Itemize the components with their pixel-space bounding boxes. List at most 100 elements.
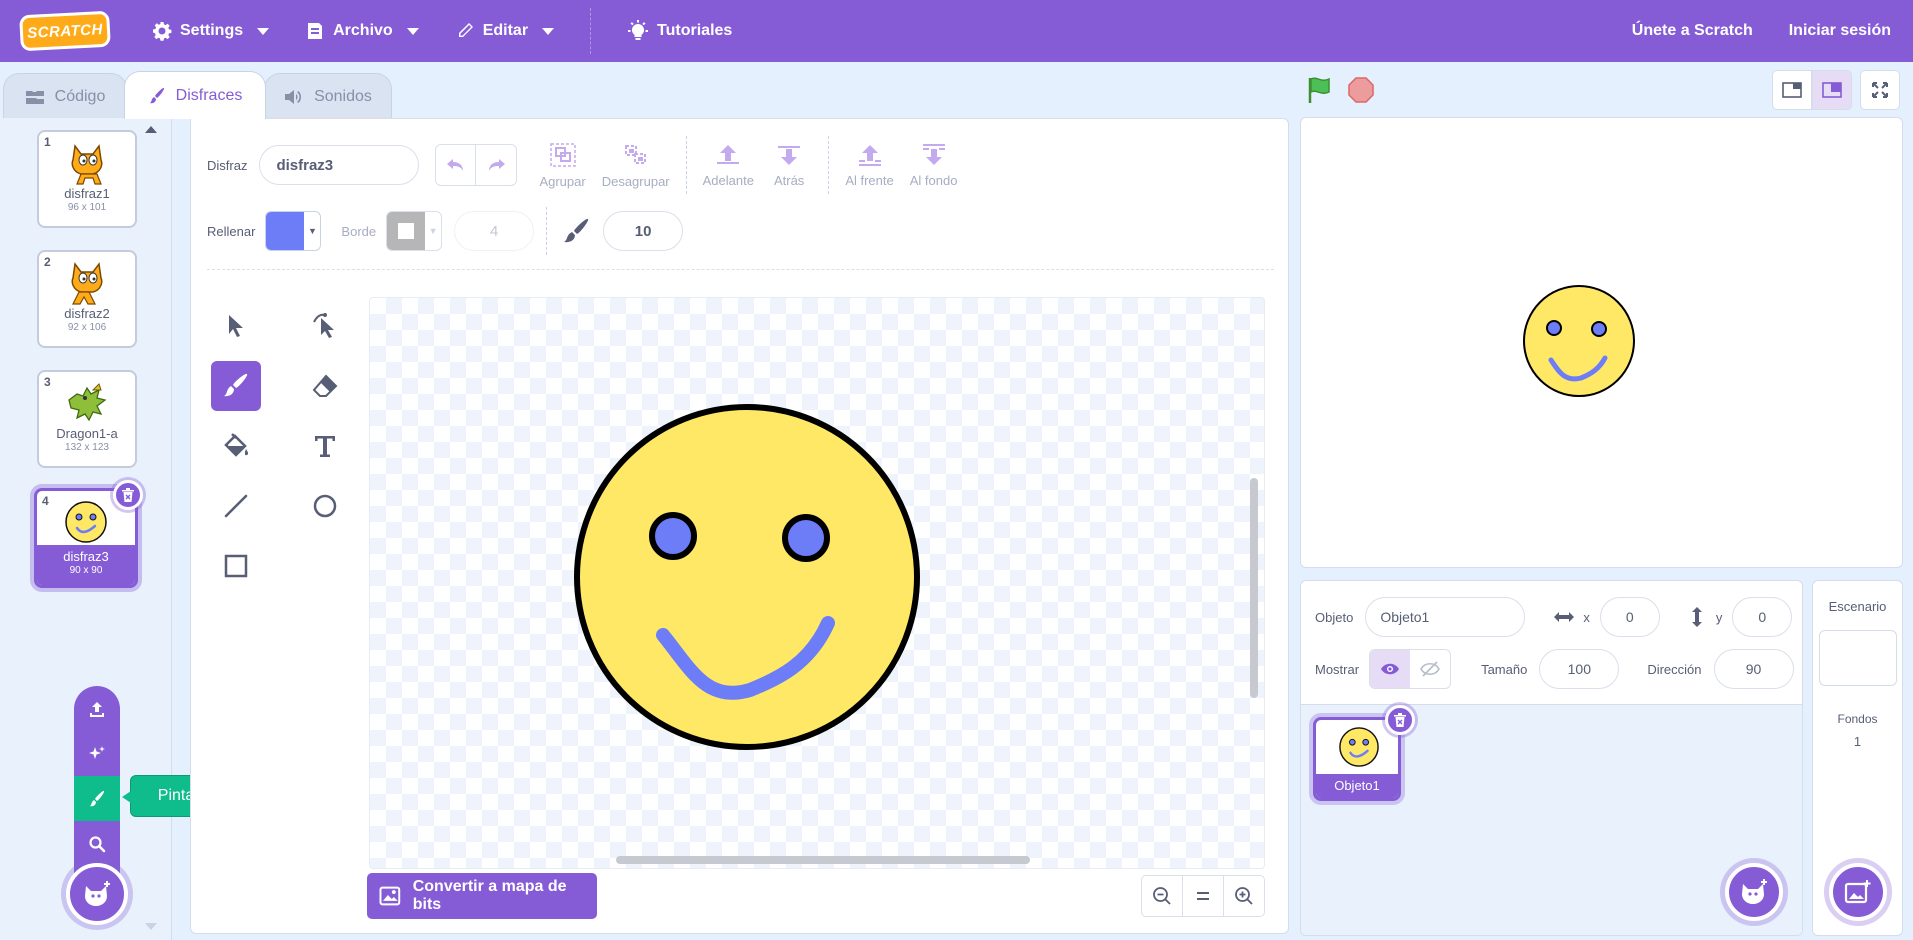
size-input[interactable] — [1539, 649, 1620, 689]
paint-costume-button[interactable] — [74, 776, 120, 821]
brush-icon — [149, 87, 164, 103]
costume-name: disfraz2 — [64, 306, 110, 321]
normal-stage-icon — [1822, 82, 1842, 98]
fill-color-swatch — [266, 212, 305, 250]
reshape-tool[interactable] — [300, 301, 350, 351]
choose-costume-button[interactable] — [74, 821, 120, 866]
toolbar-divider — [828, 136, 830, 194]
delete-sprite-button[interactable] — [1385, 705, 1415, 735]
chevron-down-icon: ▼ — [307, 226, 317, 236]
chevron-down-icon — [257, 27, 270, 35]
surprise-costume-button[interactable] — [74, 731, 120, 776]
ungroup-button[interactable]: Desagrupar — [602, 142, 670, 189]
normal-stage-button[interactable] — [1812, 70, 1852, 110]
fill-color-picker[interactable]: ▼ — [265, 211, 322, 251]
direction-label: Dirección — [1647, 661, 1702, 677]
outline-label: Borde — [341, 223, 377, 239]
show-sprite-button[interactable] — [1370, 650, 1411, 688]
outline-color-picker[interactable]: ▼ — [386, 211, 443, 251]
file-menu[interactable]: Archivo — [287, 0, 437, 62]
signin-label: Iniciar sesión — [1788, 22, 1891, 39]
join-scratch-link[interactable]: Únete a Scratch — [1614, 0, 1771, 62]
brush-size-input[interactable] — [603, 211, 684, 251]
line-tool[interactable] — [211, 481, 261, 531]
small-stage-button[interactable] — [1772, 70, 1812, 110]
undo-redo-group — [435, 144, 518, 186]
direction-input[interactable] — [1713, 649, 1794, 689]
canvas-vertical-scrollbar[interactable] — [1250, 478, 1258, 698]
stage[interactable] — [1300, 117, 1903, 568]
costume-name-label: Disfraz — [207, 157, 248, 173]
edit-menu[interactable]: Editar — [437, 0, 572, 62]
x-label: x — [1583, 609, 1590, 625]
outline-color-swatch — [387, 212, 426, 250]
sprite-name-input[interactable] — [1365, 597, 1526, 637]
pencil-icon — [458, 23, 473, 37]
add-sprite-button[interactable] — [1725, 863, 1783, 921]
editor-toolbar-row-1: Disfraz Agrupar Desagrupar Adelante Atrá… — [207, 136, 957, 194]
scratch-logo[interactable]: SCRATCH — [19, 10, 111, 52]
add-costume-button[interactable] — [66, 863, 128, 925]
backward-button[interactable]: Atrás — [774, 143, 804, 188]
costume-item[interactable]: 2 disfraz2 92 x 106 — [37, 250, 137, 348]
tutorials-menu[interactable]: Tutoriales — [609, 0, 750, 62]
brush-icon — [564, 218, 589, 243]
redo-button[interactable] — [476, 145, 516, 185]
scroll-up-arrow[interactable] — [145, 126, 157, 133]
zoom-in-button[interactable] — [1224, 876, 1264, 916]
eye-icon — [1381, 663, 1400, 675]
costume-item[interactable]: 3 Dragon1-a 132 x 123 — [37, 370, 137, 468]
fullscreen-button[interactable] — [1860, 70, 1900, 110]
settings-menu[interactable]: Settings — [134, 0, 287, 62]
rectangle-tool[interactable] — [211, 541, 261, 591]
forward-button[interactable]: Adelante — [703, 143, 754, 188]
y-input[interactable] — [1732, 597, 1793, 637]
undo-button[interactable] — [436, 145, 477, 185]
speaker-icon — [285, 89, 302, 104]
zoom-out-button[interactable] — [1142, 876, 1183, 916]
costume-item[interactable]: 1 disfraz1 96 x 101 — [37, 130, 137, 228]
text-tool[interactable] — [300, 421, 350, 471]
costume-number: 4 — [42, 494, 49, 508]
tab-sounds[interactable]: Sonidos — [264, 73, 392, 119]
stop-button[interactable] — [1348, 77, 1374, 108]
green-flag-button[interactable] — [1306, 76, 1334, 109]
fill-tool[interactable] — [211, 421, 261, 471]
costume-name-input[interactable] — [259, 145, 420, 185]
circle-tool[interactable] — [300, 481, 350, 531]
image-plus-icon — [1844, 880, 1871, 904]
canvas-horizontal-scrollbar[interactable] — [616, 856, 1030, 864]
toolbar-divider — [685, 136, 687, 194]
convert-to-bitmap-button[interactable]: Convertir a mapa de bits — [367, 873, 597, 919]
upload-costume-button[interactable] — [74, 686, 120, 731]
ungroup-label: Desagrupar — [601, 173, 670, 189]
group-button[interactable]: Agrupar — [539, 142, 586, 189]
to-front-button[interactable]: Al frente — [845, 143, 894, 188]
select-tool[interactable] — [211, 301, 261, 351]
tab-costumes[interactable]: Disfraces — [124, 71, 266, 119]
redo-icon — [489, 159, 506, 171]
delete-costume-button[interactable] — [113, 480, 143, 510]
costume-number: 1 — [44, 135, 51, 149]
backward-label: Atrás — [773, 172, 805, 188]
to-back-button[interactable]: Al fondo — [910, 143, 957, 188]
gear-icon — [153, 22, 172, 41]
y-label: y — [1715, 609, 1723, 625]
hide-sprite-button[interactable] — [1410, 650, 1450, 688]
outline-width-input[interactable] — [454, 211, 535, 251]
tab-code[interactable]: Código — [3, 73, 127, 119]
arrow-up-icon — [717, 144, 740, 164]
eraser-tool[interactable] — [300, 361, 350, 411]
rectangle-icon — [224, 554, 248, 578]
visibility-toggle — [1369, 649, 1452, 689]
drawing-canvas[interactable] — [369, 297, 1265, 869]
costume-name: disfraz3 — [63, 549, 109, 564]
x-input[interactable] — [1599, 597, 1660, 637]
costume-name: disfraz1 — [64, 186, 110, 201]
zoom-reset-button[interactable] — [1183, 876, 1224, 916]
add-backdrop-button[interactable] — [1829, 863, 1887, 921]
search-icon — [89, 835, 106, 852]
scroll-down-arrow[interactable] — [145, 923, 157, 930]
brush-tool[interactable] — [211, 361, 261, 411]
sign-in-link[interactable]: Iniciar sesión — [1771, 0, 1913, 62]
